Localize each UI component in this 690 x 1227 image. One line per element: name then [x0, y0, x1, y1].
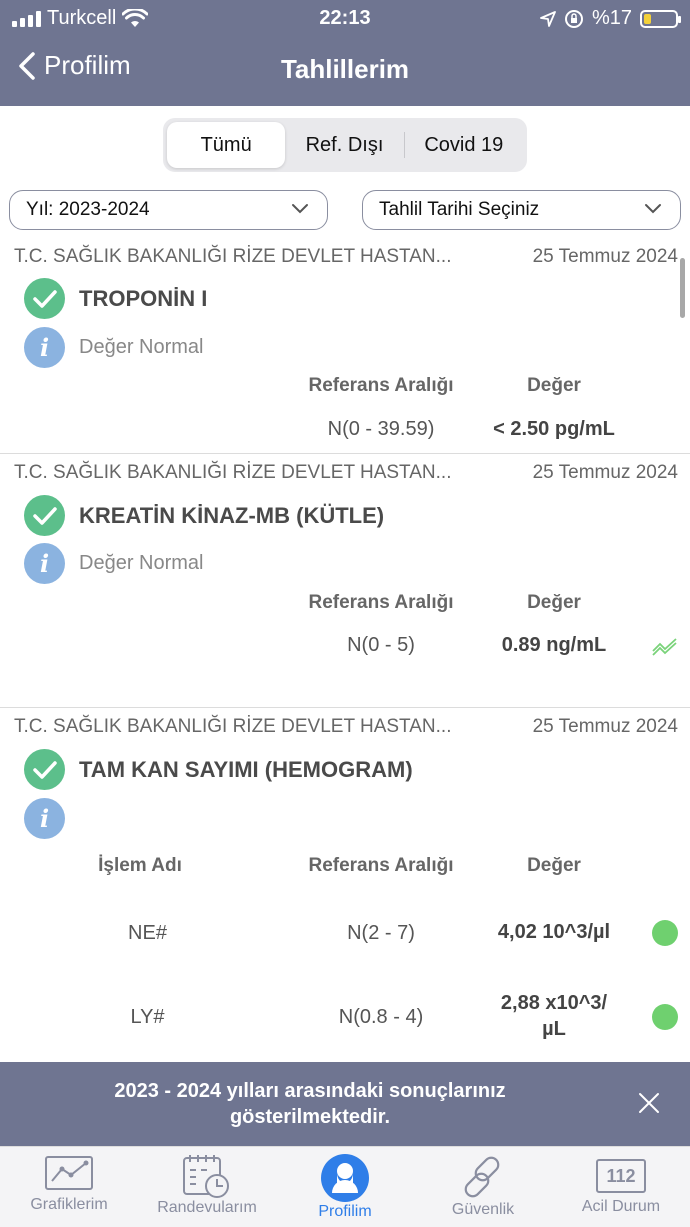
check-icon: [24, 495, 65, 536]
result-card[interactable]: T.C. SAĞLIK BAKANLIĞI RİZE DEVLET HASTAN…: [0, 714, 690, 1062]
link-icon: [464, 1156, 500, 1198]
year-select[interactable]: Yıl: 2023-2024: [9, 190, 328, 230]
battery-percent: %17: [591, 7, 632, 29]
page-title: Tahlillerim: [280, 54, 410, 84]
tab-guvenlik[interactable]: Güvenlik: [414, 1147, 552, 1227]
location-arrow-icon: [540, 10, 556, 27]
segment-covid[interactable]: Covid 19: [405, 122, 523, 168]
emergency-112-icon: 112: [596, 1159, 646, 1193]
result-card[interactable]: T.C. SAĞLIK BAKANLIĞI RİZE DEVLET HASTAN…: [0, 460, 690, 708]
tab-label: Profilim: [318, 1203, 372, 1220]
year-select-value: Yıl: 2023-2024: [26, 199, 150, 220]
value-header: Değer: [527, 855, 581, 876]
result-card[interactable]: T.C. SAĞLIK BAKANLIĞI RİZE DEVLET HASTAN…: [0, 244, 690, 454]
hospital-name: T.C. SAĞLIK BAKANLIĞI RİZE DEVLET HASTAN…: [14, 246, 452, 267]
hospital-name: T.C. SAĞLIK BAKANLIĞI RİZE DEVLET HASTAN…: [14, 716, 452, 737]
tab-acil-durum[interactable]: 112 Acil Durum: [552, 1147, 690, 1227]
close-icon[interactable]: [638, 1092, 660, 1114]
filter-segmented-control: Tümü Ref. Dışı Covid 19: [163, 118, 527, 172]
test-name: KREATİN KİNAZ-MB (KÜTLE): [79, 502, 385, 528]
nav-bar: Profilim Tahlillerim: [0, 40, 690, 100]
name-header: İşlem Adı: [98, 855, 182, 876]
segment-all[interactable]: Tümü: [167, 122, 286, 168]
tab-bar: Grafiklerim Randevularım Profilim Güvenl…: [0, 1146, 690, 1227]
ref-header: Referans Aralığı: [308, 855, 454, 876]
segment-out-of-range[interactable]: Ref. Dışı: [285, 122, 403, 168]
result-date: 25 Temmuz 2024: [532, 462, 678, 483]
ref-range: N(0 - 5): [347, 634, 415, 656]
tab-label: Güvenlik: [451, 1201, 515, 1218]
check-icon: [24, 278, 65, 319]
analyte-name: NE#: [128, 922, 167, 944]
status-text: Değer Normal: [79, 336, 204, 358]
date-select[interactable]: Tahlil Tarihi Seçiniz: [362, 190, 681, 230]
calendar-clock-icon: [183, 1155, 229, 1198]
banner-text: 2023 - 2024 yılları arasındaki sonuçları…: [114, 1080, 506, 1128]
analyte-name: LY#: [130, 1006, 165, 1028]
app-header: Turkcell 22:13 %17 Profilim Tahlillerim: [0, 0, 690, 106]
result-value-line1: 2,88 x10^3/: [500, 992, 608, 1014]
info-banner: 2023 - 2024 yılları arasındaki sonuçları…: [0, 1062, 690, 1146]
result-value: 2,88 x10^3/ µL: [469, 990, 639, 1042]
info-icon[interactable]: i: [24, 798, 65, 839]
tab-randevularim[interactable]: Randevularım: [138, 1147, 276, 1227]
battery-icon: [640, 9, 681, 28]
tab-grafiklerim[interactable]: Grafiklerim: [0, 1147, 138, 1227]
result-value: 4,02 10^3/µl: [497, 921, 611, 943]
hospital-name: T.C. SAĞLIK BAKANLIĞI RİZE DEVLET HASTAN…: [14, 462, 452, 483]
value-header: Değer: [527, 375, 581, 396]
info-icon[interactable]: i: [24, 327, 65, 368]
result-value: 0.89 ng/mL: [501, 634, 607, 656]
normal-indicator: [652, 920, 678, 946]
tab-label: Acil Durum: [581, 1198, 661, 1215]
result-date: 25 Temmuz 2024: [532, 716, 678, 737]
ref-range: N(2 - 7): [347, 922, 415, 944]
user-icon: [321, 1154, 369, 1202]
tab-profilim[interactable]: Profilim: [276, 1147, 414, 1227]
trend-chart-icon[interactable]: [652, 636, 678, 656]
test-name: TROPONİN I: [79, 285, 208, 311]
result-date: 25 Temmuz 2024: [532, 246, 678, 267]
tab-label: Randevularım: [157, 1199, 257, 1216]
ref-header: Referans Aralığı: [308, 375, 454, 396]
ref-header: Referans Aralığı: [308, 592, 454, 613]
tab-label: Grafiklerim: [30, 1196, 108, 1213]
chevron-down-icon: [645, 204, 661, 214]
value-header: Değer: [527, 592, 581, 613]
normal-indicator: [652, 1004, 678, 1030]
ref-range: N(0 - 39.59): [327, 418, 435, 440]
date-select-value: Tahlil Tarihi Seçiniz: [379, 199, 540, 220]
result-value-line2: µL: [542, 1018, 566, 1040]
status-text: Değer Normal: [79, 552, 204, 574]
chart-icon: [45, 1156, 93, 1190]
emergency-number: 112: [606, 1165, 636, 1186]
result-value: < 2.50 pg/mL: [493, 418, 615, 440]
check-icon: [24, 749, 65, 790]
info-icon[interactable]: i: [24, 543, 65, 584]
test-name: TAM KAN SAYIMI (HEMOGRAM): [79, 756, 413, 782]
chevron-down-icon: [292, 204, 308, 214]
ref-range: N(0.8 - 4): [338, 1006, 424, 1028]
scrollbar[interactable]: [680, 258, 685, 318]
status-bar: Turkcell 22:13 %17: [0, 0, 690, 36]
rotation-lock-icon: [564, 9, 583, 28]
